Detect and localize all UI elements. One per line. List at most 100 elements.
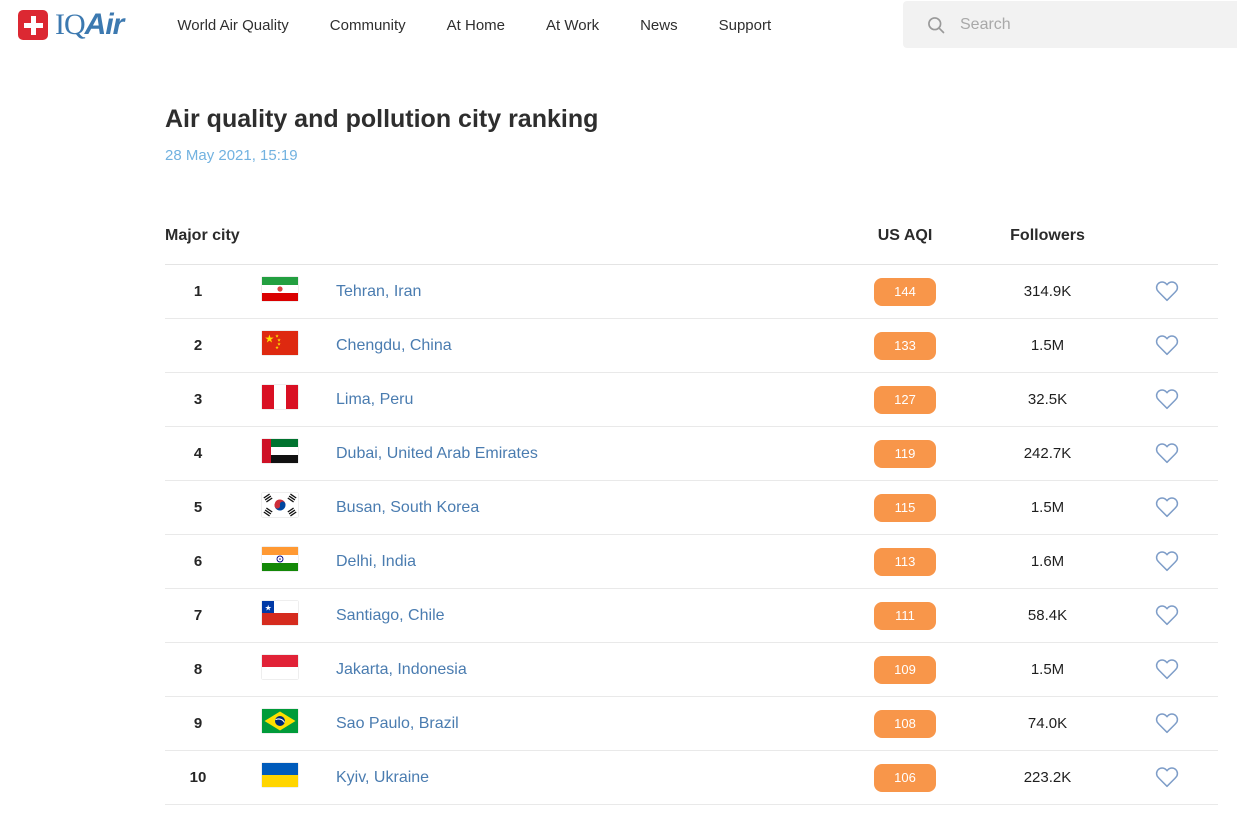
- rank-number: 2: [165, 337, 231, 354]
- heart-icon: [1155, 657, 1179, 681]
- aqi-badge: 109: [874, 656, 936, 684]
- table-row[interactable]: 2 ★★★★★ Chengdu, China 133 1.5M: [165, 319, 1218, 373]
- search-box: [903, 1, 1237, 48]
- follow-button[interactable]: [1151, 383, 1183, 415]
- city-link[interactable]: Sao Paulo, Brazil: [336, 715, 459, 732]
- column-header-followers: Followers: [965, 227, 1130, 245]
- followers-count: 242.7K: [965, 445, 1130, 462]
- follow-button[interactable]: [1151, 545, 1183, 577]
- nav-item-at-work[interactable]: At Work: [546, 17, 599, 34]
- nav-item-support[interactable]: Support: [719, 17, 772, 34]
- svg-text:★: ★: [265, 334, 275, 346]
- city-link[interactable]: Chengdu, China: [336, 337, 452, 354]
- nav-item-at-home[interactable]: At Home: [447, 17, 505, 34]
- flag-india-icon: [262, 547, 298, 571]
- follow-button[interactable]: [1151, 761, 1183, 793]
- column-header-major-city: Major city: [165, 227, 845, 245]
- aqi-badge: 133: [874, 332, 936, 360]
- city-ranking-table: Major city US AQI Followers 1 Tehran, Ir…: [165, 207, 1218, 805]
- table-header-row: Major city US AQI Followers: [165, 207, 1218, 265]
- nav-item-community[interactable]: Community: [330, 17, 406, 34]
- rank-number: 4: [165, 445, 231, 462]
- iqair-logo[interactable]: IQAir: [18, 10, 123, 40]
- rank-number: 1: [165, 283, 231, 300]
- followers-count: 1.5M: [965, 499, 1130, 516]
- flag-uae-icon: [262, 439, 298, 463]
- flag-china-icon: ★★★★★: [262, 331, 298, 355]
- follow-button[interactable]: [1151, 329, 1183, 361]
- flag-ukraine-icon: [262, 763, 298, 787]
- rank-number: 7: [165, 607, 231, 624]
- followers-count: 32.5K: [965, 391, 1130, 408]
- page-title: Air quality and pollution city ranking: [165, 105, 1218, 134]
- followers-count: 58.4K: [965, 607, 1130, 624]
- followers-count: 1.5M: [965, 661, 1130, 678]
- table-row[interactable]: 10 Kyiv, Ukraine 106 223.2K: [165, 751, 1218, 805]
- aqi-badge: 111: [874, 602, 936, 630]
- top-navigation-bar: IQAir World Air Quality Community At Hom…: [0, 0, 1237, 50]
- nav-item-news[interactable]: News: [640, 17, 678, 34]
- follow-button[interactable]: [1151, 275, 1183, 307]
- aqi-badge: 127: [874, 386, 936, 414]
- heart-icon: [1155, 711, 1179, 735]
- heart-icon: [1155, 603, 1179, 627]
- city-link[interactable]: Tehran, Iran: [336, 283, 421, 300]
- aqi-badge: 119: [874, 440, 936, 468]
- table-row[interactable]: 3 Lima, Peru 127 32.5K: [165, 373, 1218, 427]
- main-content: Air quality and pollution city ranking 2…: [0, 105, 1237, 805]
- follow-button[interactable]: [1151, 437, 1183, 469]
- rank-number: 3: [165, 391, 231, 408]
- followers-count: 1.5M: [965, 337, 1130, 354]
- svg-text:★: ★: [265, 604, 272, 613]
- flag-iran-icon: [262, 277, 298, 301]
- heart-icon: [1155, 549, 1179, 573]
- rank-number: 6: [165, 553, 231, 570]
- city-link[interactable]: Delhi, India: [336, 553, 416, 570]
- table-row[interactable]: 7 ★ Santiago, Chile 111 58.4K: [165, 589, 1218, 643]
- heart-icon: [1155, 441, 1179, 465]
- city-link[interactable]: Kyiv, Ukraine: [336, 769, 429, 786]
- column-header-us-aqi: US AQI: [845, 227, 965, 245]
- logo-wordmark: IQAir: [55, 10, 123, 40]
- follow-button[interactable]: [1151, 707, 1183, 739]
- rank-number: 10: [165, 769, 231, 786]
- city-link[interactable]: Lima, Peru: [336, 391, 413, 408]
- aqi-badge: 108: [874, 710, 936, 738]
- flag-brazil-icon: [262, 709, 298, 733]
- aqi-badge: 115: [874, 494, 936, 522]
- aqi-badge: 113: [874, 548, 936, 576]
- flag-chile-icon: ★: [262, 601, 298, 625]
- followers-count: 314.9K: [965, 283, 1130, 300]
- rank-number: 8: [165, 661, 231, 678]
- main-nav: World Air Quality Community At Home At W…: [177, 17, 771, 34]
- city-link[interactable]: Dubai, United Arab Emirates: [336, 445, 538, 462]
- aqi-badge: 106: [874, 764, 936, 792]
- table-row[interactable]: 9 Sao Paulo, Brazil 108 74.0K: [165, 697, 1218, 751]
- heart-icon: [1155, 333, 1179, 357]
- ranking-table-body: 1 Tehran, Iran 144 314.9K 2 ★★★★★ Chengd…: [165, 265, 1218, 805]
- table-row[interactable]: 5 Busan, South Korea 115 1.5M: [165, 481, 1218, 535]
- city-link[interactable]: Jakarta, Indonesia: [336, 661, 467, 678]
- rank-number: 9: [165, 715, 231, 732]
- heart-icon: [1155, 765, 1179, 789]
- heart-icon: [1155, 387, 1179, 411]
- table-row[interactable]: 6 Delhi, India 113 1.6M: [165, 535, 1218, 589]
- city-link[interactable]: Busan, South Korea: [336, 499, 479, 516]
- rank-number: 5: [165, 499, 231, 516]
- swiss-cross-icon: [18, 10, 48, 40]
- table-row[interactable]: 1 Tehran, Iran 144 314.9K: [165, 265, 1218, 319]
- flag-peru-icon: [262, 385, 298, 409]
- nav-item-world-air-quality[interactable]: World Air Quality: [177, 17, 288, 34]
- follow-button[interactable]: [1151, 653, 1183, 685]
- followers-count: 1.6M: [965, 553, 1130, 570]
- follow-button[interactable]: [1151, 599, 1183, 631]
- table-row[interactable]: 8 Jakarta, Indonesia 109 1.5M: [165, 643, 1218, 697]
- heart-icon: [1155, 495, 1179, 519]
- page-timestamp: 28 May 2021, 15:19: [165, 147, 1218, 164]
- city-link[interactable]: Santiago, Chile: [336, 607, 445, 624]
- follow-button[interactable]: [1151, 491, 1183, 523]
- search-icon: [926, 15, 946, 35]
- search-input[interactable]: [960, 16, 1220, 34]
- table-row[interactable]: 4 Dubai, United Arab Emirates 119 242.7K: [165, 427, 1218, 481]
- heart-icon: [1155, 279, 1179, 303]
